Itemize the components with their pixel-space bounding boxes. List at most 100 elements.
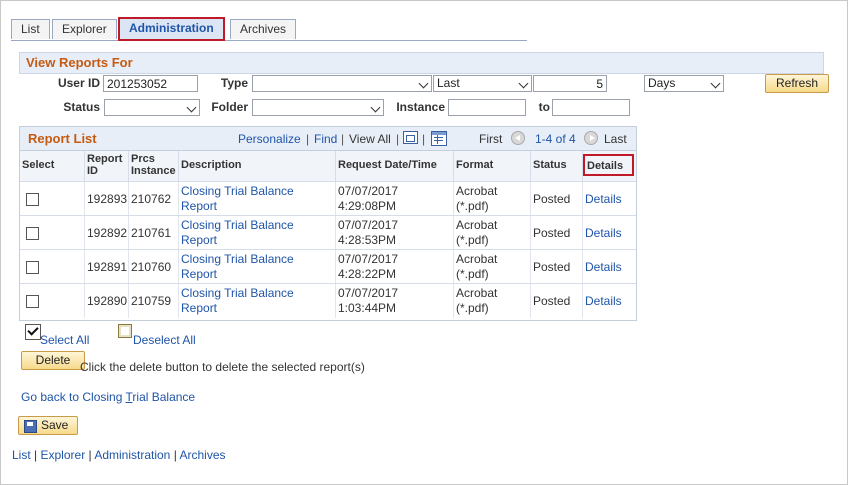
new-window-icon[interactable] [403, 131, 418, 144]
deselect-all-link[interactable]: Deselect All [133, 333, 196, 347]
tab-list[interactable]: List [11, 19, 50, 39]
format: Acrobat (*.pdf) [454, 284, 531, 318]
col-details: Details [583, 154, 634, 176]
separator: | [422, 132, 426, 146]
status: Posted [531, 284, 583, 318]
prcs-instance: 210759 [129, 284, 179, 318]
row-checkbox[interactable] [26, 226, 39, 240]
description-link[interactable]: Closing Trial Balance Report [179, 284, 336, 318]
footer-link-archives[interactable]: Archives [180, 448, 226, 462]
col-select: Select [20, 151, 85, 181]
last-select-value: Last [437, 76, 460, 90]
personalize-link[interactable]: Personalize [238, 132, 301, 146]
details-link[interactable]: Details [583, 284, 636, 318]
separator: | [396, 132, 400, 146]
tab-archives[interactable]: Archives [230, 19, 297, 39]
format-name: Acrobat [456, 252, 498, 266]
delete-button[interactable]: Delete [21, 351, 85, 370]
request-date: 07/07/2017 [338, 184, 399, 198]
find-link[interactable]: Find [314, 132, 337, 146]
deselect-all-checkbox-icon[interactable] [118, 324, 132, 338]
report-id: 192893 [85, 182, 129, 216]
request-datetime: 07/07/2017 4:28:53PM [336, 216, 454, 250]
format-ext: (*.pdf) [456, 199, 489, 213]
first-label[interactable]: First [479, 132, 502, 146]
table-row: 192893 210762 Closing Trial Balance Repo… [20, 181, 636, 216]
format-ext: (*.pdf) [456, 267, 489, 281]
row-select-cell [20, 250, 85, 284]
report-list-title: Report List [28, 131, 97, 146]
days-select[interactable]: Days [644, 75, 724, 92]
last-select[interactable]: Last [433, 75, 532, 92]
col-description: Description [179, 151, 336, 181]
tab-explorer[interactable]: Explorer [52, 19, 117, 39]
report-list-header: Report List Personalize | Find | View Al… [20, 127, 636, 151]
last-label[interactable]: Last [604, 132, 627, 146]
report-id: 192890 [85, 284, 129, 318]
request-date: 07/07/2017 [338, 218, 399, 232]
download-grid-icon[interactable] [431, 131, 447, 146]
tab-administration[interactable]: Administration [118, 17, 225, 41]
floppy-disk-icon [24, 420, 37, 433]
instance-to-field[interactable] [552, 99, 630, 116]
description-link[interactable]: Closing Trial Balance Report [179, 216, 336, 250]
save-button[interactable]: Save [18, 416, 78, 435]
details-link[interactable]: Details [583, 216, 636, 250]
status-select[interactable] [104, 99, 200, 116]
col-request-datetime: Request Date/Time [336, 151, 454, 181]
details-link[interactable]: Details [583, 250, 636, 284]
format-ext: (*.pdf) [456, 233, 489, 247]
format: Acrobat (*.pdf) [454, 250, 531, 284]
request-datetime: 07/07/2017 4:29:08PM [336, 182, 454, 216]
previous-icon[interactable] [511, 131, 525, 145]
footer-link-list[interactable]: List [12, 448, 31, 462]
type-select[interactable] [252, 75, 432, 92]
status: Posted [531, 182, 583, 216]
col-details-wrap: Details [583, 151, 636, 181]
go-back-link[interactable]: Go back to Closing Trial Balance [21, 390, 195, 404]
details-link[interactable]: Details [583, 182, 636, 216]
row-checkbox[interactable] [26, 192, 39, 206]
table-row: 192890 210759 Closing Trial Balance Repo… [20, 283, 636, 318]
instance-to-label: to [538, 100, 550, 114]
view-all-link[interactable]: View All [349, 132, 391, 146]
chevron-down-icon [418, 78, 429, 89]
status: Posted [531, 216, 583, 250]
prcs-instance: 210761 [129, 216, 179, 250]
status: Posted [531, 250, 583, 284]
instance-from-field[interactable] [448, 99, 526, 116]
row-select-cell [20, 216, 85, 250]
select-all-link[interactable]: Select All [40, 333, 89, 347]
table-row: 192892 210761 Closing Trial Balance Repo… [20, 215, 636, 250]
description-link[interactable]: Closing Trial Balance Report [179, 182, 336, 216]
format-name: Acrobat [456, 184, 498, 198]
row-checkbox[interactable] [26, 260, 39, 274]
chevron-down-icon [370, 102, 381, 113]
chevron-down-icon [186, 102, 197, 113]
select-all-checkbox-icon[interactable] [25, 324, 41, 340]
col-report-id: Report ID [85, 151, 129, 181]
next-icon[interactable] [584, 131, 598, 145]
footer-link-explorer[interactable]: Explorer [41, 448, 86, 462]
request-date: 07/07/2017 [338, 252, 399, 266]
footer-link-administration[interactable]: Administration [94, 448, 170, 462]
folder-select[interactable] [252, 99, 384, 116]
last-count-field[interactable]: 5 [533, 75, 607, 92]
days-select-value: Days [648, 76, 676, 90]
user-id-field[interactable]: 201253052 [103, 75, 198, 92]
format: Acrobat (*.pdf) [454, 182, 531, 216]
description-link[interactable]: Closing Trial Balance Report [179, 250, 336, 284]
format-name: Acrobat [456, 218, 498, 232]
instance-label: Instance [396, 100, 445, 114]
view-reports-title: View Reports For [26, 55, 133, 70]
go-back-prefix: Go back to Closing [21, 390, 126, 404]
col-format: Format [454, 151, 531, 181]
chevron-down-icon [518, 78, 529, 89]
row-range: 1-4 of 4 [535, 132, 576, 146]
format: Acrobat (*.pdf) [454, 216, 531, 250]
separator: | [341, 132, 345, 146]
refresh-button[interactable]: Refresh [765, 74, 829, 93]
row-checkbox[interactable] [26, 294, 39, 308]
format-ext: (*.pdf) [456, 301, 489, 315]
format-name: Acrobat [456, 286, 498, 300]
